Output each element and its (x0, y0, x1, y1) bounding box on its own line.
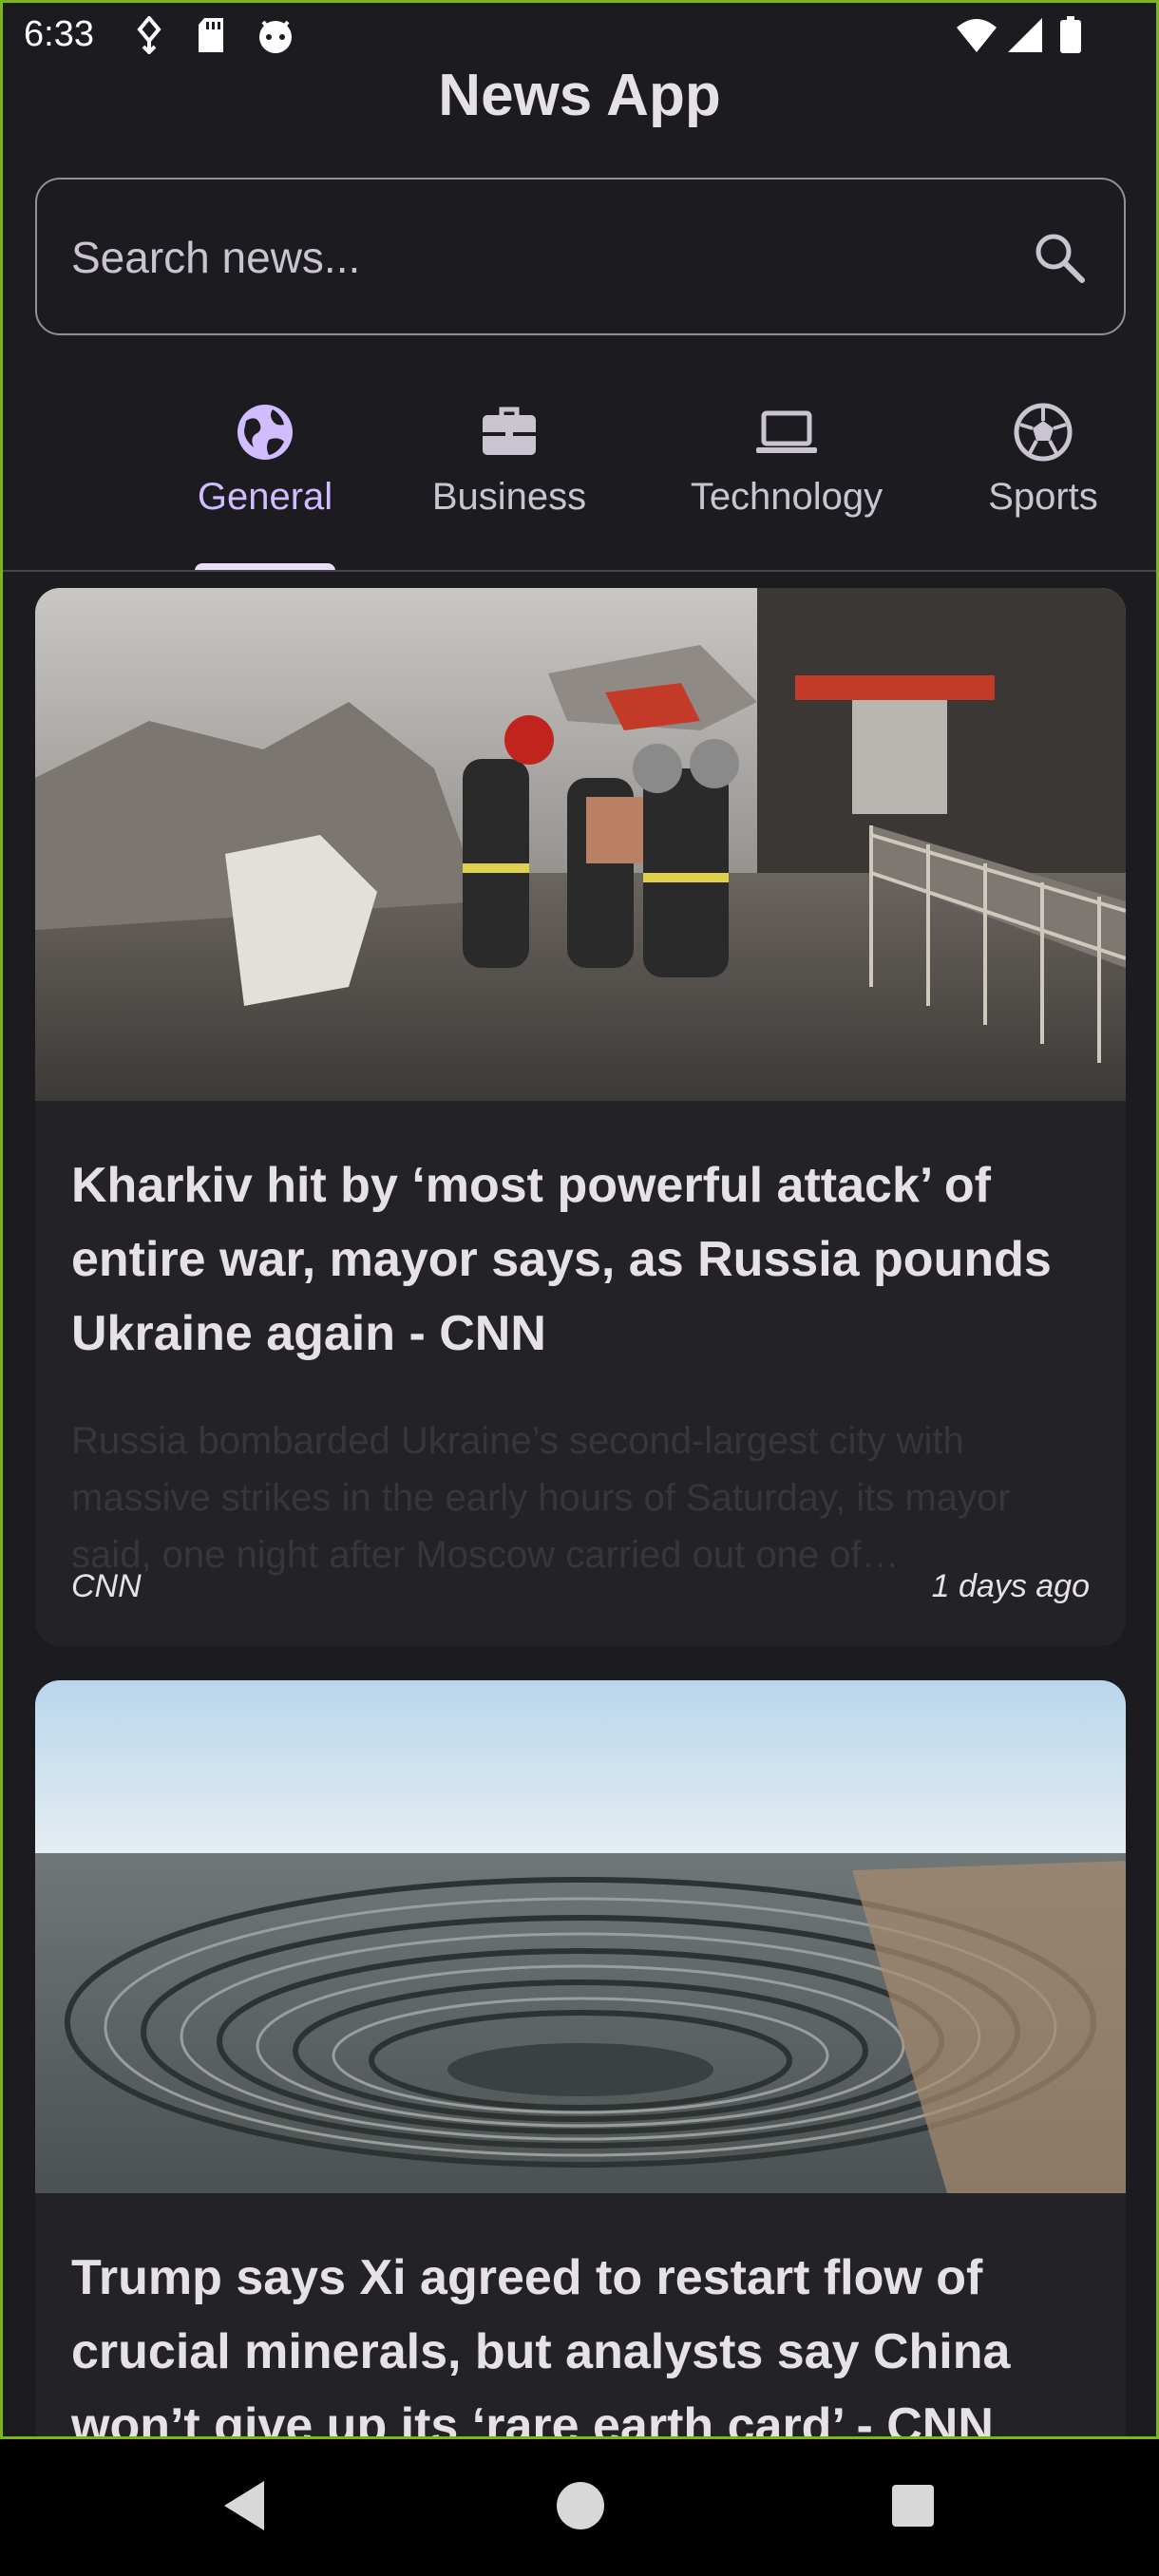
article-title[interactable]: Kharkiv hit by ‘most powerful attack’ of… (71, 1148, 1097, 1371)
status-bar: 6:33 (3, 3, 1156, 69)
search-input[interactable] (69, 214, 1023, 301)
recents-button[interactable] (889, 2477, 937, 2539)
search-box[interactable] (35, 178, 1126, 335)
article-age: 1 days ago (931, 1568, 1090, 1604)
tab-label-technology: Technology (690, 476, 884, 518)
page-title: News App (438, 63, 721, 128)
article-source: CNN (71, 1568, 142, 1604)
android-icon (256, 16, 295, 64)
tab-business[interactable]: Business (425, 383, 594, 571)
tabs-divider (3, 570, 1156, 572)
category-tabs: General Business Technology Sports (3, 383, 1156, 571)
signal-icon (1006, 16, 1044, 64)
tab-label-sports: Sports (988, 476, 1098, 518)
globe-icon (235, 402, 295, 463)
laptop-icon (756, 402, 817, 463)
article-image (35, 588, 1126, 1101)
tab-technology[interactable]: Technology (681, 383, 892, 571)
home-button[interactable] (555, 2477, 606, 2539)
article-card[interactable]: Trump says Xi agreed to restart flow of … (35, 1680, 1126, 2436)
status-time: 6:33 (24, 14, 94, 54)
briefcase-icon (479, 402, 540, 463)
article-image (35, 1680, 1126, 2193)
article-card[interactable]: Kharkiv hit by ‘most powerful attack’ of… (35, 588, 1126, 1646)
tab-general[interactable]: General (195, 383, 335, 571)
tab-label-general: General (197, 476, 333, 518)
wifi-icon (955, 16, 998, 64)
article-description: Russia bombarded Ukraine’s second-larges… (71, 1420, 1011, 1576)
system-nav-bar (0, 2439, 1159, 2576)
back-button[interactable] (220, 2477, 268, 2539)
app-screen: 6:33 News App Ge (0, 0, 1159, 2439)
soccer-ball-icon (1013, 402, 1074, 463)
search-icon[interactable] (1033, 231, 1086, 289)
usb-debug-icon (136, 14, 162, 64)
battery-icon (1059, 16, 1082, 64)
sd-card-icon (195, 16, 227, 64)
tab-sports[interactable]: Sports (981, 383, 1105, 571)
article-title[interactable]: Trump says Xi agreed to restart flow of … (71, 2241, 1097, 2436)
tab-label-business: Business (431, 476, 587, 518)
